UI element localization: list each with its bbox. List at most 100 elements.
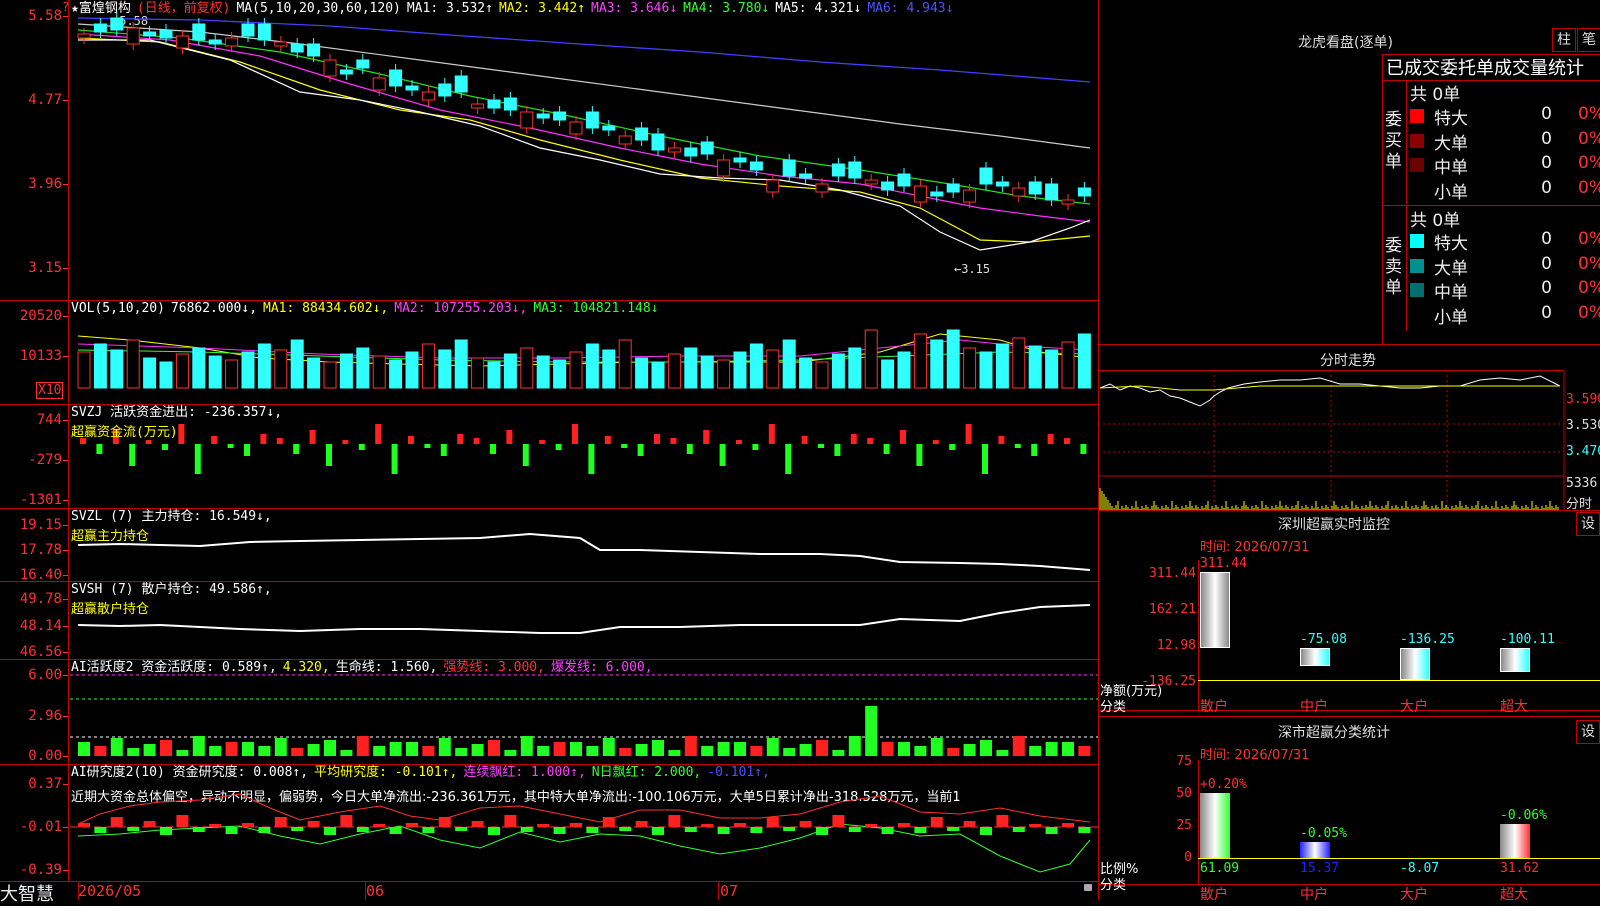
flow-bar [211,436,218,444]
activity-bar [947,748,960,756]
activity-bar [504,750,517,756]
stats-xlabel: 分类 [1100,878,1127,893]
order-count: 0 [1541,229,1552,249]
svsh-panel[interactable]: SVSH (7) 散户持仓: 49.586↑, 超赢散户持仓 49.78 48.… [0,581,1098,659]
research-bar [701,824,714,827]
monitor-title: 深圳超赢实时监控 [1278,517,1390,533]
candle [831,163,845,177]
activity-bar [209,746,222,756]
activity-bar [898,742,910,756]
order-percent: 0% [1578,128,1600,149]
lock-icon[interactable] [1084,884,1092,891]
monitor-settings-button[interactable]: 设 [1576,512,1600,536]
x-tick [78,881,79,900]
activity-bar [602,738,615,756]
activity-bar [619,748,632,756]
research-bar [192,827,205,832]
stats-y-axis [1198,760,1199,884]
flow-bar [719,444,726,466]
activity-bar [324,740,336,756]
volume-panel[interactable]: VOL(5,10,20) 76862.000↓, MA1: 88434.602↓, M… [0,300,1098,404]
stats-settings-button[interactable]: 设 [1576,720,1600,744]
svzj-panel[interactable]: SVZJ 活跃资金进出: -236.357↓, 超赢资金流(万元) 744 -2… [0,404,1098,508]
monitor-xlabel: 分类 [1100,700,1127,715]
ai1-value2: 4.320, [282,660,330,675]
activity-bar [570,742,582,756]
flow-bar [129,444,136,466]
candle [995,181,1009,187]
intraday-chart-frame[interactable] [1098,370,1564,511]
volume-bar [1028,345,1042,389]
monitor-bar-value: -136.25 [1400,632,1455,647]
candle [438,83,452,97]
color-swatch [1410,307,1424,322]
order-percent: 0% [1578,104,1600,124]
research-bar [832,815,845,827]
order-size-label: 小单 [1434,307,1468,328]
stats-bar-value: 15.37 [1300,861,1340,876]
ai1-title: AI活跃度2 资金活跃度: 0.589↑, [71,660,277,675]
monitor-bar [1400,648,1430,680]
monitor-bar [1500,648,1530,673]
monitor-bar-value: -75.08 [1300,632,1347,647]
candle [471,103,485,109]
candle [339,69,353,75]
monitor-y-axis [1198,560,1199,710]
color-swatch [1410,109,1424,123]
candle [930,191,944,197]
ai-activity-panel[interactable]: AI活跃度2 资金活跃度: 0.589↑, 4.320, 生命线: 1.560, 强势… [0,659,1098,764]
svzl-title: SVZL (7) 主力持仓: 16.549↓, [71,509,272,524]
flow-bar [408,436,414,444]
order-row: 中单 0 0% [1408,153,1600,178]
activity-bar [438,738,451,756]
volume-bar [503,353,517,389]
vol-title: VOL(5,10,20) [71,301,165,316]
order-size-label: 大单 [1434,258,1468,279]
volume-bar [602,349,616,389]
research-bar [340,815,353,827]
svsh-subtitle: 超赢散户持仓 [71,602,150,617]
price-panel[interactable]: ★富煌钢构 (日线，前复权) MA(5,10,20,30,60,120) MA1: 3… [0,0,1098,300]
order-count: 0 [1541,253,1552,274]
candle [848,161,862,179]
stats-bar [1200,792,1230,858]
volume-bar [897,351,911,389]
stats-title: 深市超赢分类统计 [1278,725,1390,741]
candle [717,159,731,177]
research-bar [652,827,664,835]
x-tick [718,881,719,900]
color-swatch [1410,283,1424,297]
ai-research-panel[interactable]: AI研究度2(10) 资金研究度: 0.008↑, 平均研究度: -0.101↑,… [0,764,1098,881]
research-bar [947,827,960,831]
research-bar [209,824,222,827]
activity-bar [225,742,238,756]
candle [618,135,632,145]
research-bar [242,823,254,827]
divider [1098,510,1600,511]
activity-bar [684,736,697,756]
stats-category: 散户 [1200,887,1228,903]
x-label: 2026/05 [78,882,142,900]
flow-bar [457,434,464,444]
volume-bar [946,329,960,389]
tick-mode-button[interactable]: 笔 [1577,28,1600,52]
activity-bar [291,748,304,756]
flow-bar [555,444,562,450]
research-bar [274,817,287,827]
flow-bar [490,444,496,454]
flow-bar [801,436,808,444]
monitor-y-label: 162.21 [1149,602,1196,617]
candle [77,33,91,39]
research-bar [488,827,500,835]
activity-bar [471,744,484,756]
research-bar [783,827,796,831]
order-percent: 0% [1578,302,1600,323]
bar-mode-button[interactable]: 柱 [1552,28,1576,52]
svzj-subtitle: 超赢资金流(万元) [71,425,178,440]
research-bar [504,815,517,827]
intraday-y-label: 3.590 [1566,392,1600,407]
ai1-strong: 强势线: 3.000, [443,660,545,675]
research-bar [373,824,386,827]
volume-bar [1077,333,1091,389]
svzl-panel[interactable]: SVZL (7) 主力持仓: 16.549↓, 超赢主力持仓 19.15 17.… [0,508,1098,582]
